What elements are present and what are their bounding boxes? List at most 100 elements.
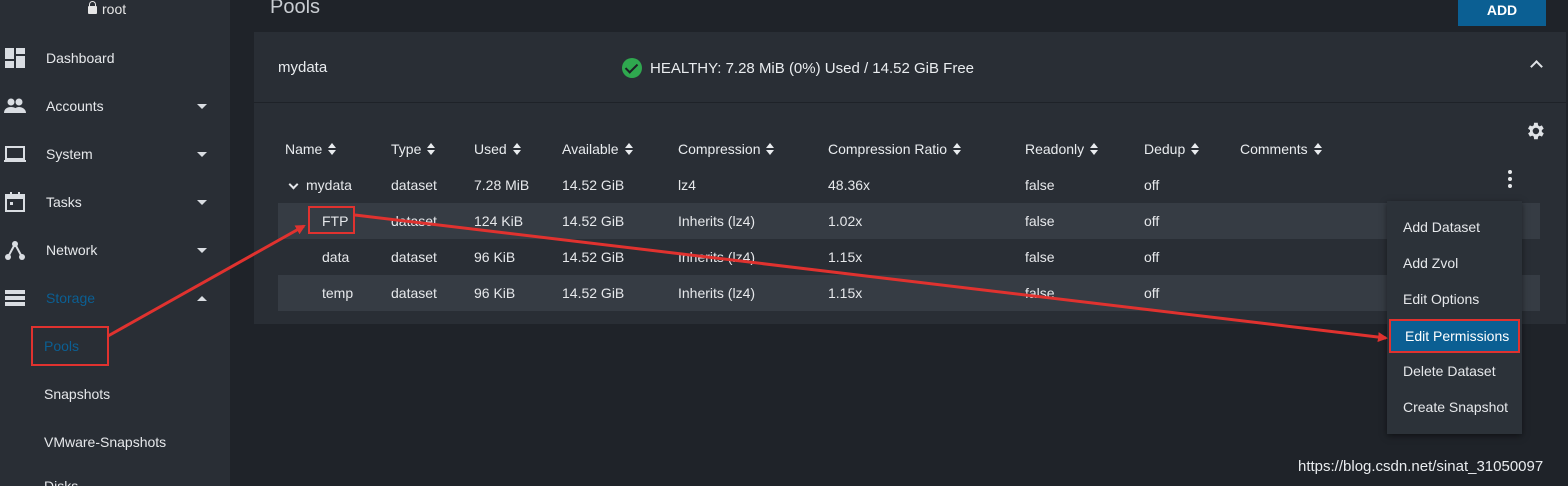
cell-compression: lz4 (678, 177, 696, 193)
sort-icon (1191, 143, 1200, 156)
sidebar-subitem-snapshots[interactable]: Snapshots (44, 386, 110, 402)
sidebar-item-storage[interactable]: Storage (0, 274, 230, 322)
pool-name: mydata (278, 59, 328, 76)
cell-ratio: 1.15x (828, 285, 863, 301)
menu-item-add-zvol[interactable]: Add Zvol (1387, 245, 1522, 281)
watermark: https://blog.csdn.net/sinat_31050097 (1298, 458, 1544, 475)
menu-item-create-snapshot[interactable]: Create Snapshot (1387, 389, 1522, 425)
table-row[interactable]: data dataset 96 KiB 14.52 GiB Inherits (… (278, 239, 1540, 275)
sidebar-item-label: Accounts (46, 98, 104, 114)
cell-available: 14.52 GiB (562, 249, 625, 265)
sidebar-subitem-disks[interactable]: Disks (44, 478, 78, 486)
cell-readonly: false (1025, 177, 1055, 193)
dataset-actions-menu: Add Dataset Add Zvol Edit Options Edit P… (1387, 201, 1522, 434)
chevron-up-icon (197, 295, 207, 301)
cell-ratio: 1.15x (828, 249, 863, 265)
cell-available: 14.52 GiB (562, 177, 625, 193)
cell-dedup: off (1144, 213, 1160, 229)
column-header-dedup[interactable]: Dedup (1144, 141, 1200, 157)
cell-readonly: false (1025, 213, 1055, 229)
column-header-used[interactable]: Used (474, 141, 521, 157)
cell-readonly: false (1025, 249, 1055, 265)
lock-icon (88, 1, 97, 14)
more-vert-icon[interactable] (1508, 170, 1512, 188)
sort-icon (1313, 143, 1322, 156)
cell-name: data (322, 249, 350, 265)
sidebar-item-label: Storage (46, 290, 96, 306)
chevron-down-icon (197, 103, 207, 109)
gear-icon[interactable] (1524, 120, 1546, 142)
cell-ratio: 48.36x (828, 177, 871, 193)
chevron-down-icon (197, 247, 207, 253)
column-header-compression[interactable]: Compression (678, 141, 775, 157)
cell-used: 124 KiB (474, 213, 524, 229)
column-header-type[interactable]: Type (391, 141, 436, 157)
cell-dedup: off (1144, 177, 1160, 193)
column-header-comments[interactable]: Comments (1240, 141, 1322, 157)
cell-compression: Inherits (lz4) (678, 285, 756, 301)
people-icon (4, 98, 26, 113)
sidebar-item-tasks[interactable]: Tasks (0, 178, 230, 226)
cell-dedup: off (1144, 249, 1160, 265)
chevron-down-icon (197, 151, 207, 157)
annotation-box-ftp (308, 206, 355, 234)
cell-type: dataset (391, 249, 437, 265)
cell-used: 7.28 MiB (474, 177, 530, 193)
menu-item-add-dataset[interactable]: Add Dataset (1387, 209, 1522, 245)
cell-ratio: 1.02x (828, 213, 863, 229)
cell-name: temp (322, 285, 354, 301)
sort-icon (953, 143, 962, 156)
chevron-up-icon[interactable] (1530, 60, 1543, 73)
network-icon (5, 241, 25, 260)
cell-compression: Inherits (lz4) (678, 213, 756, 229)
sidebar-item-label: Tasks (46, 194, 82, 210)
sort-icon (1090, 143, 1099, 156)
table-row[interactable]: temp dataset 96 KiB 14.52 GiB Inherits (… (278, 275, 1540, 311)
username: root (102, 1, 127, 17)
cell-type: dataset (391, 285, 437, 301)
page-title: Pools (270, 0, 321, 18)
cell-readonly: false (1025, 285, 1055, 301)
table-row[interactable]: FTP dataset 124 KiB 14.52 GiB Inherits (… (278, 203, 1540, 239)
sidebar-item-system[interactable]: System (0, 130, 230, 178)
sidebar-item-label: System (46, 146, 93, 162)
sidebar-item-accounts[interactable]: Accounts (0, 82, 230, 130)
sort-icon (766, 143, 775, 156)
dashboard-icon (5, 48, 25, 68)
menu-item-delete-dataset[interactable]: Delete Dataset (1387, 353, 1522, 389)
pool-status-text: HEALTHY: 7.28 MiB (0%) Used / 14.52 GiB … (650, 59, 975, 77)
user-label[interactable]: root (88, 1, 126, 17)
laptop-icon (4, 146, 26, 162)
annotation-box-pools (31, 326, 109, 366)
add-button[interactable]: ADD (1458, 0, 1546, 26)
check-circle-icon (622, 58, 642, 78)
sidebar-item-label: Dashboard (46, 50, 115, 66)
cell-dedup: off (1144, 285, 1160, 301)
sidebar-subitem-vmware-snapshots[interactable]: VMware-Snapshots (44, 434, 166, 450)
column-header-compression-ratio[interactable]: Compression Ratio (828, 141, 962, 157)
cell-used: 96 KiB (474, 249, 516, 265)
cell-name: mydata (306, 177, 352, 193)
menu-item-edit-options[interactable]: Edit Options (1387, 281, 1522, 317)
sort-icon (328, 143, 337, 156)
calendar-icon (5, 192, 25, 212)
menu-item-edit-permissions[interactable]: Edit Permissions (1389, 319, 1520, 353)
cell-compression: Inherits (lz4) (678, 249, 756, 265)
sidebar-item-dashboard[interactable]: Dashboard (0, 34, 230, 82)
cell-available: 14.52 GiB (562, 213, 625, 229)
column-header-name[interactable]: Name (285, 141, 337, 157)
column-header-readonly[interactable]: Readonly (1025, 141, 1099, 157)
cell-type: dataset (391, 177, 437, 193)
sidebar-item-network[interactable]: Network (0, 226, 230, 274)
table-row[interactable]: mydata dataset 7.28 MiB 14.52 GiB lz4 48… (278, 167, 1540, 203)
sort-icon (624, 143, 633, 156)
column-header-available[interactable]: Available (562, 141, 633, 157)
storage-icon (5, 290, 25, 306)
sidebar: root Dashboard Accounts System Tasks Net… (0, 0, 230, 486)
pool-header[interactable]: mydata HEALTHY: 7.28 MiB (0%) Used / 14.… (254, 32, 1566, 103)
pool-status: HEALTHY: 7.28 MiB (0%) Used / 14.52 GiB … (622, 58, 974, 78)
chevron-down-icon (197, 199, 207, 205)
chevron-down-icon[interactable] (288, 179, 299, 190)
cell-available: 14.52 GiB (562, 285, 625, 301)
pool-card: mydata HEALTHY: 7.28 MiB (0%) Used / 14.… (254, 32, 1566, 324)
